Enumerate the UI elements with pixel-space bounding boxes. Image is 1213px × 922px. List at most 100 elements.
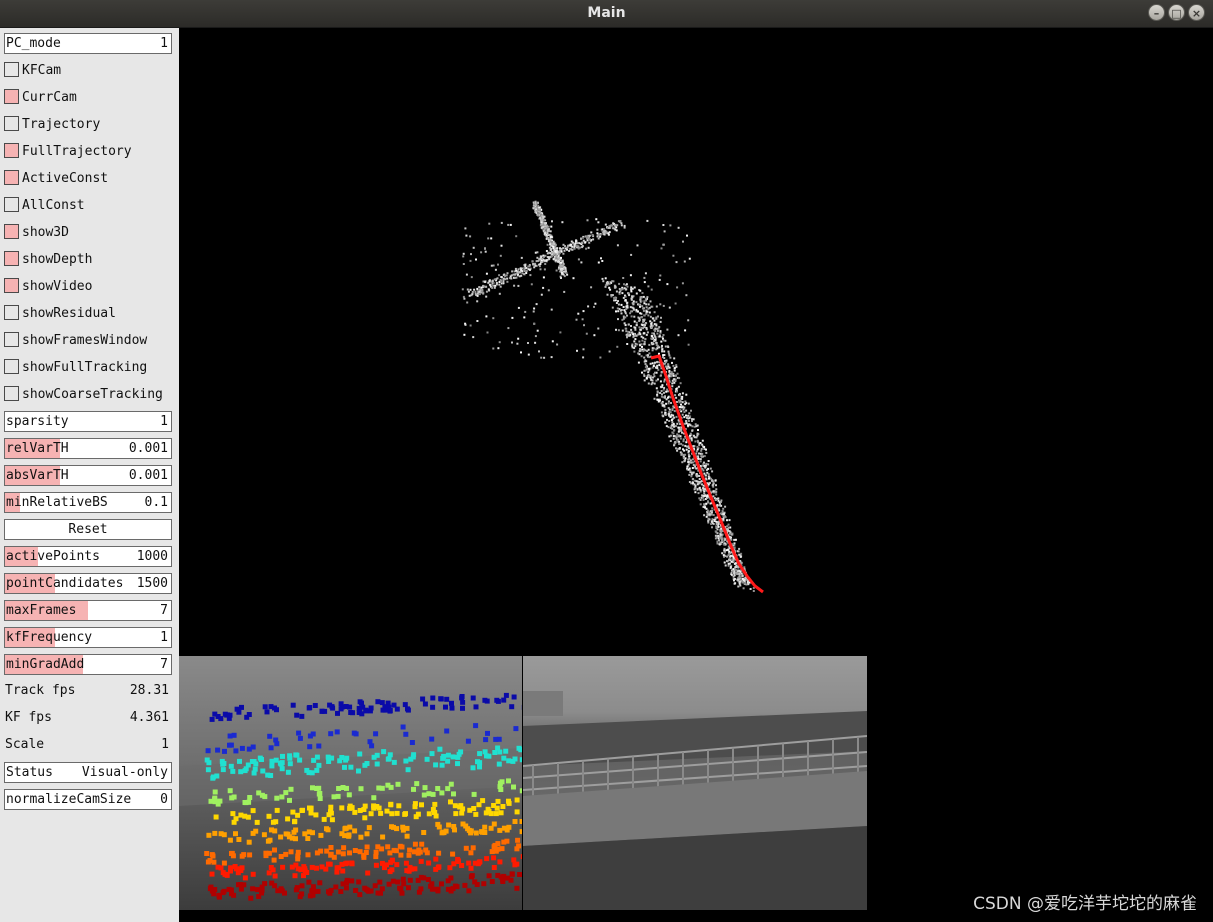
checkbox-fulltrajectory[interactable]: FullTrajectory — [4, 141, 172, 162]
absvarth-slider[interactable]: absVarTH 0.001 — [4, 465, 172, 486]
camera-frame-canvas — [522, 656, 868, 910]
checkbox-showvideo[interactable]: showVideo — [4, 276, 172, 297]
checkbox-label-showdepth: showDepth — [22, 252, 93, 267]
status-field[interactable]: Status Visual-only — [4, 762, 172, 783]
mingradadd-slider[interactable]: minGradAdd 7 — [4, 654, 172, 675]
watermark-text: CSDN @爱吃洋芋坨坨的麻雀 — [973, 894, 1197, 914]
pc-mode-label: PC_mode — [6, 36, 61, 51]
minimize-button[interactable]: – — [1148, 4, 1165, 21]
sparsity-label: sparsity — [6, 414, 69, 429]
window-controls: – □ × — [1148, 4, 1205, 21]
relvarth-value: 0.001 — [128, 441, 168, 456]
pointcandidates-slider[interactable]: pointCandidates 1500 — [4, 573, 172, 594]
normalizecamsize-field[interactable]: normalizeCamSize 0 — [4, 789, 172, 810]
pointcloud-canvas — [461, 200, 764, 594]
kffrequency-slider[interactable]: kfFrequency 1 — [4, 627, 172, 648]
sparsity-slider[interactable]: sparsity 1 — [4, 411, 172, 432]
checkbox-box-show3d[interactable] — [4, 224, 19, 239]
checkbox-box-showvideo[interactable] — [4, 278, 19, 293]
relvarth-slider[interactable]: relVarTH 0.001 — [4, 438, 172, 459]
minrelativebs-label: minRelativeBS — [6, 495, 108, 510]
checkbox-box-currcam[interactable] — [4, 89, 19, 104]
checkbox-show3d[interactable]: show3D — [4, 222, 172, 243]
kf-fps-value: 4.361 — [129, 710, 169, 725]
checkbox-label-currcam: CurrCam — [22, 90, 77, 105]
kffrequency-label: kfFrequency — [6, 630, 93, 645]
window-title: Main — [587, 5, 626, 21]
close-button[interactable]: × — [1188, 4, 1205, 21]
kf-fps-label: KF fps — [5, 710, 52, 725]
checkbox-box-showresidual[interactable] — [4, 305, 19, 320]
kf-fps-readout: KF fps 4.361 — [4, 708, 172, 729]
pointcloud-points — [461, 200, 755, 592]
scale-readout: Scale 1 — [4, 735, 172, 756]
checkbox-showfulltracking[interactable]: showFullTracking — [4, 357, 172, 378]
absvarth-label: absVarTH — [6, 468, 69, 483]
checkbox-box-showframeswindow[interactable] — [4, 332, 19, 347]
normalizecamsize-value: 0 — [160, 792, 168, 807]
checkbox-currcam[interactable]: CurrCam — [4, 87, 172, 108]
relvarth-label: relVarTH — [6, 441, 69, 456]
maximize-button[interactable]: □ — [1168, 4, 1185, 21]
checkbox-label-show3d: show3D — [22, 225, 69, 240]
activepoints-value: 1000 — [136, 549, 168, 564]
maxframes-label: maxFrames — [6, 603, 77, 618]
track-fps-value: 28.31 — [129, 683, 169, 698]
checkbox-kfcam[interactable]: KFCam — [4, 60, 172, 81]
maxframes-value: 7 — [160, 603, 168, 618]
3d-pointcloud-viewport[interactable] — [179, 28, 1213, 656]
track-fps-label: Track fps — [5, 683, 76, 698]
checkbox-box-activeconst[interactable] — [4, 170, 19, 185]
mingradadd-value: 7 — [160, 657, 168, 672]
sparsity-value: 1 — [160, 414, 168, 429]
checkbox-label-activeconst: ActiveConst — [22, 171, 109, 186]
checkbox-showresidual[interactable]: showResidual — [4, 303, 172, 324]
checkbox-label-showfulltracking: showFullTracking — [22, 360, 148, 375]
status-label: Status — [6, 765, 53, 780]
checkbox-allconst[interactable]: AllConst — [4, 195, 172, 216]
checkbox-label-kfcam: KFCam — [22, 63, 62, 78]
checkbox-label-fulltrajectory: FullTrajectory — [22, 144, 132, 159]
checkbox-box-kfcam[interactable] — [4, 62, 19, 77]
checkbox-box-trajectory[interactable] — [4, 116, 19, 131]
checkbox-showframeswindow[interactable]: showFramesWindow — [4, 330, 172, 351]
checkbox-showcoarsetracking[interactable]: showCoarseTracking — [4, 384, 172, 405]
checkbox-box-fulltrajectory[interactable] — [4, 143, 19, 158]
camera-video-view — [522, 656, 868, 910]
scale-label: Scale — [5, 737, 45, 752]
checkbox-label-showresidual: showResidual — [22, 306, 116, 321]
track-fps-readout: Track fps 28.31 — [4, 681, 172, 702]
pointcandidates-value: 1500 — [136, 576, 168, 591]
checkbox-label-showcoarsetracking: showCoarseTracking — [22, 387, 163, 402]
checkbox-label-trajectory: Trajectory — [22, 117, 101, 132]
checkbox-box-showfulltracking[interactable] — [4, 359, 19, 374]
minrelativebs-slider[interactable]: minRelativeBS 0.1 — [4, 492, 172, 513]
checkbox-label-showvideo: showVideo — [22, 279, 93, 294]
pointcandidates-label: pointCandidates — [6, 576, 124, 591]
depth-video-view — [179, 656, 527, 910]
pc-mode-field[interactable]: PC_mode 1 — [4, 33, 172, 54]
maxframes-slider[interactable]: maxFrames 7 — [4, 600, 172, 621]
status-value: Visual-only — [81, 765, 168, 780]
checkbox-showdepth[interactable]: showDepth — [4, 249, 172, 270]
checkbox-label-allconst: AllConst — [22, 198, 85, 213]
depth-overlay-canvas — [179, 656, 527, 910]
checkbox-box-showdepth[interactable] — [4, 251, 19, 266]
window-titlebar: Main – □ × — [0, 0, 1213, 28]
checkbox-box-showcoarsetracking[interactable] — [4, 386, 19, 401]
normalizecamsize-label: normalizeCamSize — [6, 792, 132, 807]
kffrequency-value: 1 — [160, 630, 168, 645]
checkbox-trajectory[interactable]: Trajectory — [4, 114, 172, 135]
absvarth-value: 0.001 — [128, 468, 168, 483]
activepoints-label: activePoints — [6, 549, 100, 564]
checkbox-box-allconst[interactable] — [4, 197, 19, 212]
checkbox-activeconst[interactable]: ActiveConst — [4, 168, 172, 189]
mingradadd-label: minGradAdd — [6, 657, 85, 672]
settings-panel: PC_mode 1 KFCam CurrCam Trajectory FullTraj… — [0, 28, 179, 922]
activepoints-slider[interactable]: activePoints 1000 — [4, 546, 172, 567]
minrelativebs-value: 0.1 — [144, 495, 168, 510]
scale-value: 1 — [161, 737, 169, 752]
pc-mode-value: 1 — [160, 36, 168, 51]
checkbox-label-showframeswindow: showFramesWindow — [22, 333, 148, 348]
reset-button[interactable]: Reset — [4, 519, 172, 540]
